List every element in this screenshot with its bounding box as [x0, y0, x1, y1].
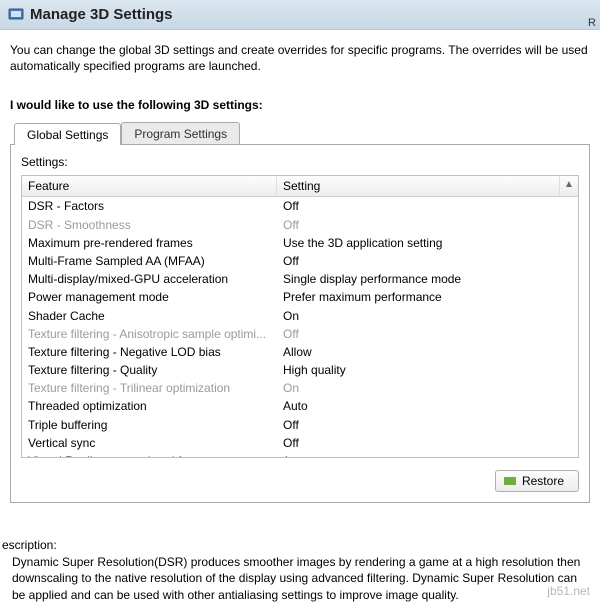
tab-global-settings[interactable]: Global Settings [14, 123, 121, 145]
setting-cell: High quality [277, 362, 578, 378]
setting-cell: Allow [277, 344, 578, 360]
description-label: escription: [2, 538, 57, 552]
table-row[interactable]: Texture filtering - Trilinear optimizati… [22, 379, 578, 397]
table-row[interactable]: Threaded optimizationAuto [22, 397, 578, 415]
setting-cell: Off [277, 326, 578, 342]
setting-cell: 1 [277, 453, 578, 457]
tab-global-label: Global Settings [27, 128, 108, 142]
table-row[interactable]: Multi-display/mixed-GPU accelerationSing… [22, 270, 578, 288]
page-title: Manage 3D Settings [30, 6, 173, 23]
feature-cell: Threaded optimization [22, 398, 277, 414]
col-header-feature[interactable]: Feature [22, 176, 277, 196]
nvidia-icon [504, 477, 516, 485]
tab-program-settings[interactable]: Program Settings [121, 122, 240, 144]
setting-cell: Off [277, 253, 578, 269]
settings-3d-icon [8, 6, 24, 22]
settings-label: Settings: [21, 155, 579, 169]
scroll-up-icon[interactable]: ▲ [560, 176, 578, 196]
setting-cell: Auto [277, 398, 578, 414]
header-corner-letter: R [588, 17, 596, 29]
table-row[interactable]: Texture filtering - QualityHigh quality [22, 361, 578, 379]
feature-cell: Texture filtering - Anisotropic sample o… [22, 326, 277, 342]
description-text: Dynamic Super Resolution(DSR) produces s… [12, 554, 590, 604]
table-row[interactable]: Multi-Frame Sampled AA (MFAA)Off [22, 252, 578, 270]
setting-cell: On [277, 380, 578, 396]
feature-cell: Texture filtering - Trilinear optimizati… [22, 380, 277, 396]
feature-cell: Virtual Reality pre-rendered frames [22, 453, 277, 457]
feature-cell: Shader Cache [22, 308, 277, 324]
restore-button-label: Restore [522, 474, 564, 488]
intro-text: You can change the global 3D settings an… [0, 30, 600, 80]
feature-cell: Multi-display/mixed-GPU acceleration [22, 271, 277, 287]
header-bar: Manage 3D Settings R [0, 0, 600, 30]
table-row[interactable]: DSR - FactorsOff [22, 197, 578, 215]
table-row[interactable]: Texture filtering - Anisotropic sample o… [22, 325, 578, 343]
setting-cell: Off [277, 198, 578, 214]
setting-cell: Off [277, 417, 578, 433]
tab-program-label: Program Settings [134, 127, 227, 141]
setting-cell: On [277, 308, 578, 324]
table-row[interactable]: Shader CacheOn [22, 307, 578, 325]
table-row[interactable]: Triple bufferingOff [22, 416, 578, 434]
feature-cell: Power management mode [22, 289, 277, 305]
feature-cell: Multi-Frame Sampled AA (MFAA) [22, 253, 277, 269]
section-heading: I would like to use the following 3D set… [0, 80, 600, 122]
setting-cell: Single display performance mode [277, 271, 578, 287]
grid-header: Feature Setting ▲ [22, 176, 578, 197]
feature-cell: Texture filtering - Quality [22, 362, 277, 378]
setting-cell: Off [277, 435, 578, 451]
feature-cell: DSR - Factors [22, 198, 277, 214]
feature-cell: Texture filtering - Negative LOD bias [22, 344, 277, 360]
feature-cell: DSR - Smoothness [22, 217, 277, 233]
table-row[interactable]: Maximum pre-rendered framesUse the 3D ap… [22, 234, 578, 252]
setting-cell: Off [277, 217, 578, 233]
table-row[interactable]: Texture filtering - Negative LOD biasAll… [22, 343, 578, 361]
table-row[interactable]: Power management modePrefer maximum perf… [22, 288, 578, 306]
setting-cell: Use the 3D application setting [277, 235, 578, 251]
col-header-setting[interactable]: Setting [277, 176, 560, 196]
feature-cell: Vertical sync [22, 435, 277, 451]
tabstrip: Global Settings Program Settings [10, 122, 590, 144]
feature-cell: Triple buffering [22, 417, 277, 433]
table-row[interactable]: Vertical syncOff [22, 434, 578, 452]
grid-body: DSR - FactorsOffDSR - SmoothnessOffMaxim… [22, 197, 578, 457]
watermark: jb51.net [545, 584, 592, 598]
setting-cell: Prefer maximum performance [277, 289, 578, 305]
restore-row: Restore [21, 470, 579, 492]
settings-panel: Settings: Feature Setting ▲ DSR - Factor… [10, 144, 590, 503]
restore-button[interactable]: Restore [495, 470, 579, 492]
feature-cell: Maximum pre-rendered frames [22, 235, 277, 251]
table-row[interactable]: DSR - SmoothnessOff [22, 216, 578, 234]
table-row[interactable]: Virtual Reality pre-rendered frames1 [22, 452, 578, 457]
settings-grid[interactable]: Feature Setting ▲ DSR - FactorsOffDSR - … [21, 175, 579, 458]
